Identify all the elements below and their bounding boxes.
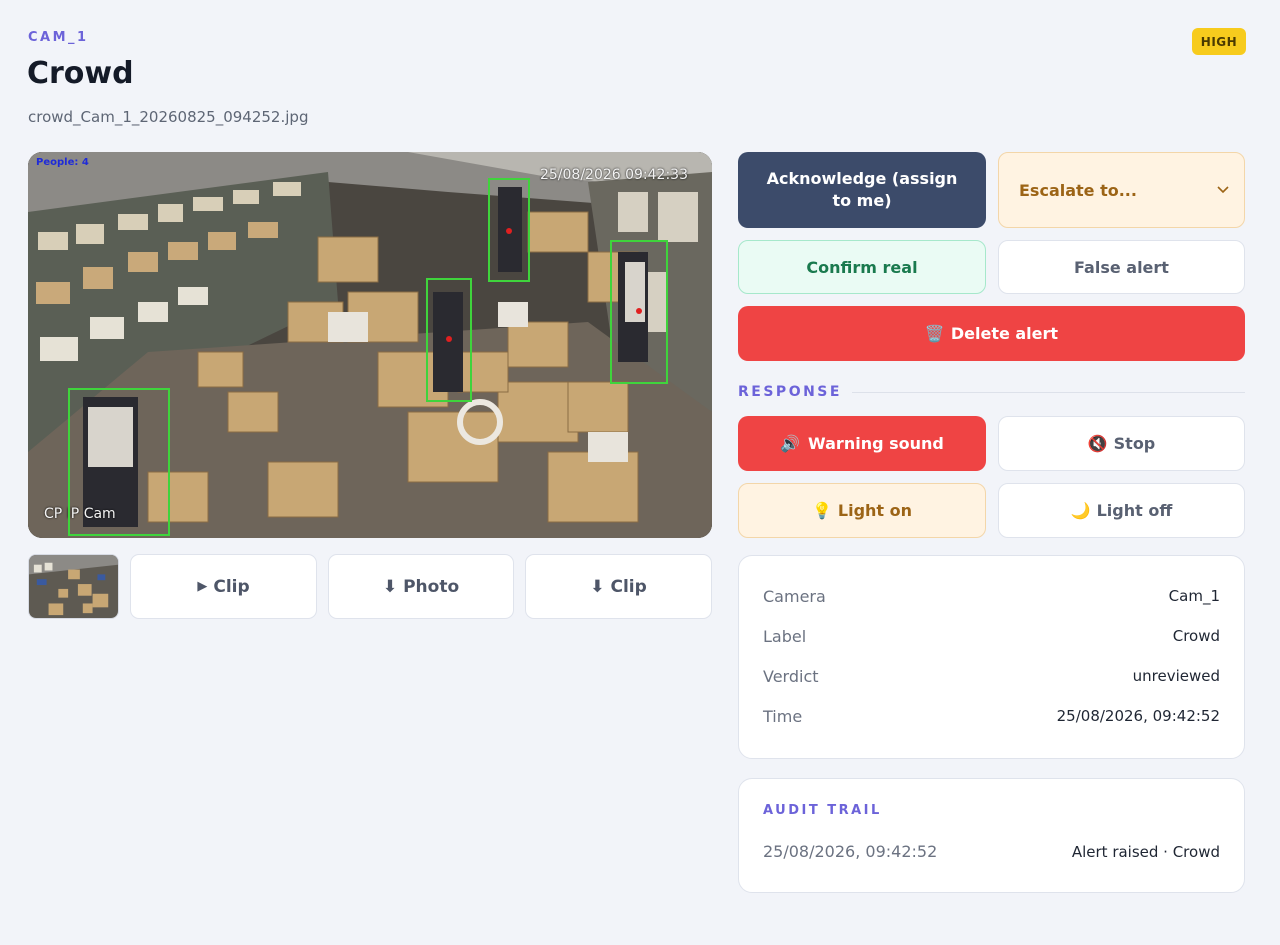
detail-row-camera: Camera Cam_1 (763, 584, 1220, 608)
trash-icon: 🗑️ (924, 324, 945, 343)
alert-snapshot[interactable]: People: 4 25/08/2026 09:42:33 CP IP Cam (28, 152, 712, 538)
download-photo-button[interactable]: ⬇ Photo (328, 554, 514, 619)
delete-alert-button[interactable]: 🗑️ Delete alert (738, 306, 1245, 361)
warning-sound-button[interactable]: 🔊 Warning sound (738, 416, 986, 471)
play-clip-button[interactable]: ▶ Clip (130, 554, 317, 619)
detail-key: Camera (763, 586, 826, 606)
page-title: Crowd (27, 56, 134, 91)
stop-sound-button[interactable]: 🔇 Stop (998, 416, 1245, 471)
detail-value: Cam_1 (1168, 587, 1220, 605)
audit-entry: 25/08/2026, 09:42:52 Alert raised · Crow… (763, 842, 1220, 861)
speaker-icon: 🔊 (780, 434, 801, 453)
delete-alert-label: Delete alert (950, 324, 1059, 343)
detail-key: Time (763, 706, 803, 726)
download-icon: ⬇ (590, 576, 605, 597)
light-on-label: Light on (837, 501, 913, 520)
escalate-select[interactable]: Escalate to... (998, 152, 1245, 228)
severity-badge: HIGH (1192, 28, 1246, 55)
camera-id: CAM_1 (28, 30, 89, 45)
audit-trail-title: AUDIT TRAIL (763, 803, 882, 818)
download-clip-button[interactable]: ⬇ Clip (525, 554, 712, 619)
warning-sound-label: Warning sound (808, 434, 944, 453)
detail-row-time: Time 25/08/2026, 09:42:52 (763, 704, 1220, 728)
download-icon: ⬇ (382, 576, 398, 597)
confirm-real-button[interactable]: Confirm real (738, 240, 986, 294)
lightbulb-icon: 💡 (811, 501, 832, 520)
detection-point (636, 308, 642, 314)
thumbnail-image (29, 555, 118, 618)
people-count-overlay: People: 4 (36, 157, 89, 168)
chevron-down-icon (1216, 181, 1230, 200)
response-section-label: RESPONSE (738, 384, 842, 400)
audit-entry-time: 25/08/2026, 09:42:52 (763, 842, 938, 861)
detection-box (68, 388, 170, 536)
mute-icon: 🔇 (1087, 434, 1108, 453)
snapshot-thumbnail[interactable] (28, 554, 119, 619)
timestamp-overlay: 25/08/2026 09:42:33 (539, 167, 688, 183)
detail-value: 25/08/2026, 09:42:52 (1056, 707, 1220, 725)
audit-entry-event: Alert raised · Crowd (1071, 842, 1220, 861)
detail-value: unreviewed (1132, 667, 1220, 685)
light-off-button[interactable]: 🌙 Light off (998, 483, 1245, 538)
moon-icon: 🌙 (1070, 501, 1091, 520)
escalate-selected-value: Escalate to... (1019, 180, 1137, 200)
detail-value: Crowd (1172, 627, 1220, 645)
detail-row-label: Label Crowd (763, 624, 1220, 648)
detection-point (446, 336, 452, 342)
light-on-button[interactable]: 💡 Light on (738, 483, 986, 538)
download-clip-label: Clip (610, 576, 647, 597)
snapshot-filename: crowd_Cam_1_20260825_094252.jpg (28, 108, 309, 126)
detection-point (506, 228, 512, 234)
detail-key: Verdict (763, 666, 819, 686)
stop-label: Stop (1113, 434, 1156, 453)
detail-key: Label (763, 626, 807, 646)
download-photo-label: Photo (403, 576, 460, 597)
detail-row-verdict: Verdict unreviewed (763, 664, 1220, 688)
play-icon: ▶ (197, 579, 208, 594)
section-divider (852, 392, 1245, 393)
acknowledge-button[interactable]: Acknowledge (assign to me) (738, 152, 986, 228)
alert-details-card: Camera Cam_1 Label Crowd Verdict unrevie… (738, 555, 1245, 759)
play-clip-label: Clip (213, 576, 250, 597)
audit-trail-card: AUDIT TRAIL 25/08/2026, 09:42:52 Alert r… (738, 778, 1245, 893)
false-alert-button[interactable]: False alert (998, 240, 1245, 294)
light-off-label: Light off (1096, 501, 1173, 520)
